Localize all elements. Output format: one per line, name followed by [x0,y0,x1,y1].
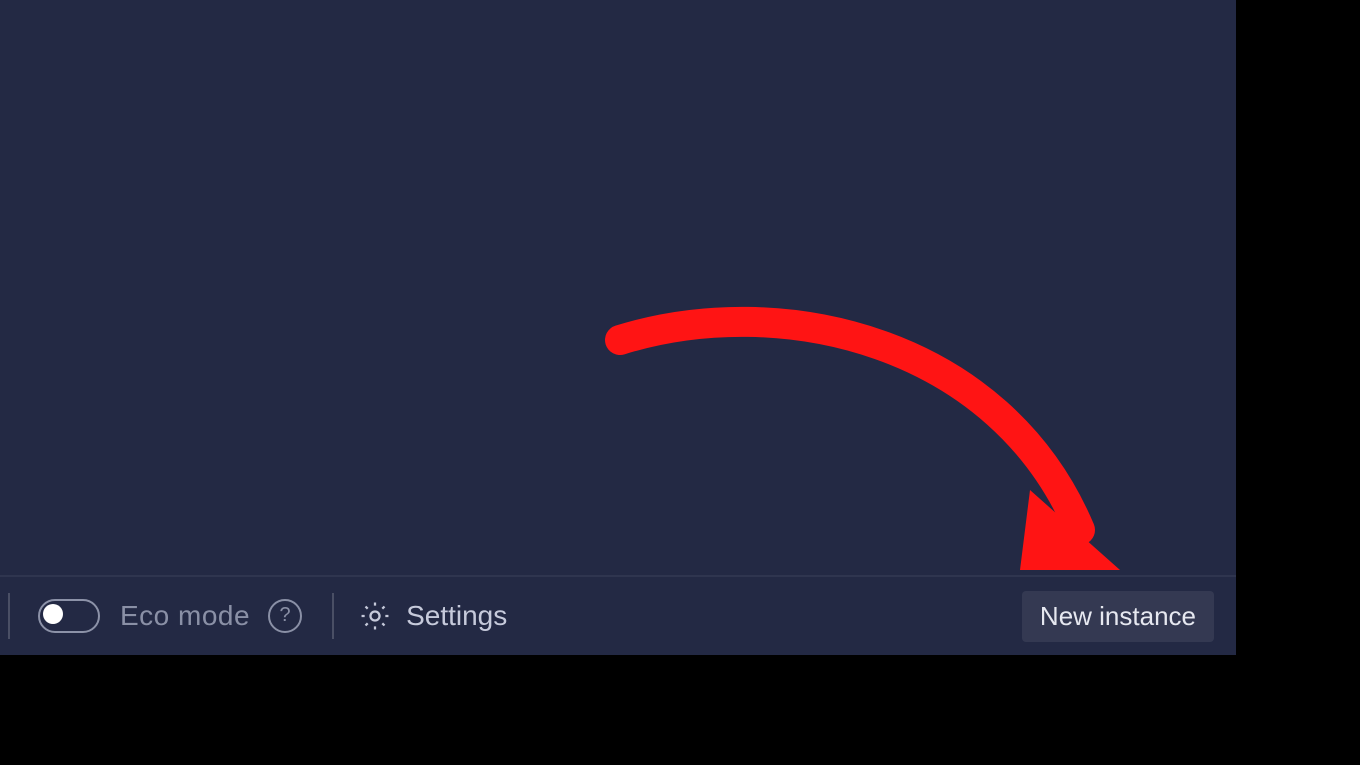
bottom-bar: Eco mode ? Settings New instance [0,575,1236,655]
eco-mode-label: Eco mode [120,600,250,632]
separator [332,593,334,639]
settings-button[interactable]: Settings [358,599,507,633]
new-instance-button[interactable]: New instance [1022,591,1214,642]
new-instance-label: New instance [1040,601,1196,631]
eco-mode-toggle[interactable] [38,599,100,633]
help-icon[interactable]: ? [268,599,302,633]
settings-label: Settings [406,600,507,632]
app-window: Eco mode ? Settings New instance [0,0,1236,655]
annotation-arrow [600,300,1160,600]
gear-icon [358,599,392,633]
toggle-icon [43,604,63,624]
separator [8,593,10,639]
